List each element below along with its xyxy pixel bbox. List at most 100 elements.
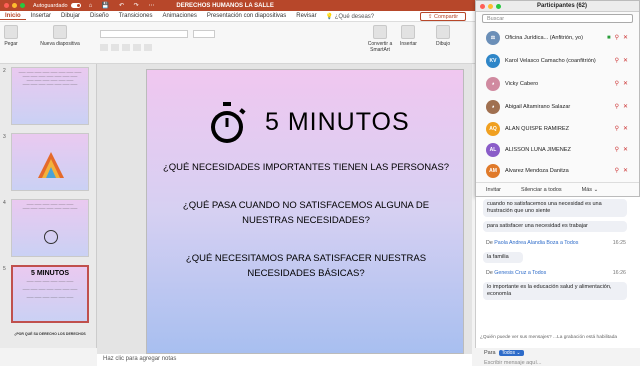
participant-name: Vicky Cabero bbox=[505, 80, 539, 87]
tab-transiciones[interactable]: Transiciones bbox=[114, 13, 158, 19]
lightbulb-icon: 💡 bbox=[325, 13, 334, 20]
participant-row[interactable]: ◕ Vicky Cabero ⚲✕ bbox=[476, 74, 639, 93]
slide-thumbnail-5[interactable]: 5 MINUTOS —— —— —— —— —— —— —— —— —— —— —… bbox=[11, 265, 89, 323]
close-panel-icon[interactable] bbox=[480, 3, 485, 9]
chat-sender: De Genesis Cruz a Todos 16:26 bbox=[486, 270, 626, 276]
italic-icon[interactable] bbox=[111, 44, 119, 51]
paste-button[interactable]: Pegar bbox=[4, 25, 18, 47]
mute-all-button[interactable]: Silenciar a todos bbox=[511, 187, 572, 193]
thumb-number: 2 bbox=[3, 68, 6, 74]
thumb-number: 5 bbox=[3, 266, 6, 272]
recipient-value: Todos bbox=[501, 350, 515, 356]
chat-message: para satisfacer una necesidad es trabaja… bbox=[483, 221, 627, 232]
avatar: ⚖ bbox=[486, 30, 500, 45]
thumb-title: 5 MINUTOS bbox=[31, 270, 69, 277]
insert-icon bbox=[401, 25, 416, 39]
close-window-icon[interactable] bbox=[4, 3, 9, 8]
mic-video-icons[interactable]: ⚲✕ bbox=[615, 146, 632, 153]
ribbon-tabs: Inicio Insertar Dibujar Diseño Transicio… bbox=[0, 11, 475, 22]
more-button[interactable]: Más ⌄ bbox=[572, 187, 609, 193]
autosave-toggle[interactable] bbox=[70, 3, 81, 8]
slide-thumbnail-3[interactable] bbox=[11, 133, 89, 191]
tab-animaciones[interactable]: Animaciones bbox=[158, 13, 202, 19]
participant-row[interactable]: AM Alvarez Mendoza Danitza ⚲✕ bbox=[476, 161, 639, 180]
tell-me-search[interactable]: 💡 ¿Qué deseas? bbox=[326, 13, 375, 20]
mic-video-icons[interactable]: ⚲✕ bbox=[615, 167, 632, 174]
participant-row[interactable]: AQ ALAN QUISPE RAMIREZ ⚲✕ bbox=[476, 119, 639, 138]
participant-row[interactable]: AL ALISSON LUNA JIMENEZ ⚲✕ bbox=[476, 140, 639, 159]
font-size-select[interactable] bbox=[193, 30, 215, 38]
from-prefix: De bbox=[486, 240, 493, 246]
tab-dibujar[interactable]: Dibujar bbox=[56, 13, 85, 19]
smartart-icon bbox=[373, 25, 387, 39]
draw-button[interactable]: Dibujo bbox=[436, 25, 450, 47]
quick-access-icons[interactable]: ⌂ 💾 ↶ ↷ ⋯ bbox=[89, 2, 159, 9]
participant-row[interactable]: KV Karol Velasco Camacho (coanfitrión) ⚲… bbox=[476, 51, 639, 70]
chat-time: 16:26 bbox=[612, 270, 626, 276]
paste-label: Pegar bbox=[4, 41, 18, 47]
mic-video-icons[interactable]: ⚲✕ bbox=[615, 57, 632, 64]
avatar: KV bbox=[486, 53, 500, 68]
insert-label: Insertar bbox=[400, 41, 417, 47]
minimize-panel-icon[interactable] bbox=[488, 3, 493, 9]
participant-name: Karol Velasco Camacho (coanfitrión) bbox=[505, 57, 596, 64]
notes-placeholder[interactable]: Haz clic para agregar notas bbox=[103, 356, 176, 362]
avatar: AL bbox=[486, 142, 500, 157]
slide-thumbnail-4[interactable]: —— —— —— —— —— —— —— —— —— —— —— —— —— bbox=[11, 199, 89, 257]
participants-panel: Participantes (62) Buscar ⚖ Oficina Jurí… bbox=[475, 0, 640, 197]
stopwatch-icon bbox=[211, 102, 246, 143]
tab-inicio[interactable]: Inicio bbox=[0, 13, 26, 20]
minimize-window-icon[interactable] bbox=[12, 3, 17, 8]
participant-row[interactable]: ⚖ Oficina Jurídica... (Anfitrión, yo) ■⚲… bbox=[476, 28, 639, 47]
maximize-window-icon[interactable] bbox=[20, 3, 25, 8]
convert-smartart-button[interactable]: Convertir a SmartArt bbox=[360, 25, 400, 53]
chat-visibility-hint[interactable]: ¿Quién puede ver sus mensajes? ...La gra… bbox=[480, 335, 640, 340]
recipient-select[interactable]: Todos ⌄ bbox=[498, 350, 524, 356]
chat-message: cuando no satisfacemos una necesidad es … bbox=[483, 199, 627, 217]
tab-presentacion[interactable]: Presentación con diapositivas bbox=[202, 13, 291, 19]
next-thumb-label: ¿POR QUÉ SU DERECHO LOS DERECHOS bbox=[14, 332, 86, 336]
thumb-number: 4 bbox=[3, 200, 6, 206]
sender-name[interactable]: Genesis Cruz a Todos bbox=[494, 270, 546, 276]
slide-thumbnail-2[interactable]: —— —— —— —— —— —— —— —— —— —— —— —— —— ——… bbox=[11, 67, 89, 125]
avatar: ◕ bbox=[486, 76, 500, 91]
slide-editor: 5 MINUTOS ¿Qué necesidades importantes t… bbox=[97, 64, 472, 354]
new-slide-button[interactable]: Nueva diapositiva bbox=[40, 25, 80, 47]
font-family-select[interactable] bbox=[100, 30, 188, 38]
tab-insertar[interactable]: Insertar bbox=[26, 13, 56, 19]
mic-video-icons[interactable]: ⚲✕ bbox=[615, 103, 632, 110]
pyramid-shape bbox=[46, 167, 56, 178]
to-label: Para bbox=[484, 350, 496, 356]
tab-diseno[interactable]: Diseño bbox=[85, 13, 114, 19]
bold-icon[interactable] bbox=[100, 44, 108, 51]
insert-button[interactable]: Insertar bbox=[400, 25, 417, 47]
invite-button[interactable]: Invitar bbox=[476, 187, 511, 193]
share-button[interactable]: ⇪ Compartir bbox=[420, 12, 466, 21]
chat-message-input[interactable]: Escribir mensaje aquí... bbox=[484, 360, 541, 366]
clipboard-icon bbox=[4, 25, 18, 39]
sender-name[interactable]: Paola Andrea Alandia Boza a Todos bbox=[494, 240, 578, 246]
chevron-down-icon: ⌄ bbox=[516, 350, 521, 356]
font-color-icon[interactable] bbox=[144, 44, 152, 51]
participants-title: Participantes (62) bbox=[536, 3, 588, 9]
thumb-text: —— —— —— —— —— —— —— —— —— —— —— —— —— ——… bbox=[18, 70, 82, 86]
participants-footer: Invitar Silenciar a todos Más ⌄ bbox=[476, 182, 639, 196]
chat-time: 16:25 bbox=[612, 240, 626, 246]
participants-search-input[interactable]: Buscar bbox=[482, 14, 633, 23]
underline-icon[interactable] bbox=[122, 44, 130, 51]
mic-video-icons[interactable]: ⚲✕ bbox=[615, 125, 632, 132]
thumb-text: —— —— —— —— —— —— —— —— —— —— —— —— —— —— … bbox=[22, 279, 78, 299]
tab-revisar[interactable]: Revisar bbox=[291, 13, 321, 19]
more-label: Más bbox=[581, 186, 593, 193]
thumb-text: —— —— —— —— —— —— —— —— —— —— —— —— —— bbox=[22, 202, 78, 210]
ribbon-toolbar: Pegar Nueva diapositiva Convertir a Smar… bbox=[0, 22, 475, 64]
mic-video-icons[interactable]: ⚲✕ bbox=[615, 80, 632, 87]
current-slide[interactable]: 5 MINUTOS ¿Qué necesidades importantes t… bbox=[146, 69, 464, 354]
mic-video-icons[interactable]: ■⚲✕ bbox=[607, 34, 632, 41]
participant-name: ALAN QUISPE RAMIREZ bbox=[505, 125, 570, 132]
slide-title: 5 MINUTOS bbox=[265, 108, 410, 136]
chevron-down-icon: ⌄ bbox=[593, 186, 599, 193]
text-format-buttons[interactable] bbox=[100, 44, 220, 52]
strikethrough-icon[interactable] bbox=[133, 44, 141, 51]
participant-row[interactable]: ◕ Abigail Altamirano Salazar ⚲✕ bbox=[476, 97, 639, 116]
